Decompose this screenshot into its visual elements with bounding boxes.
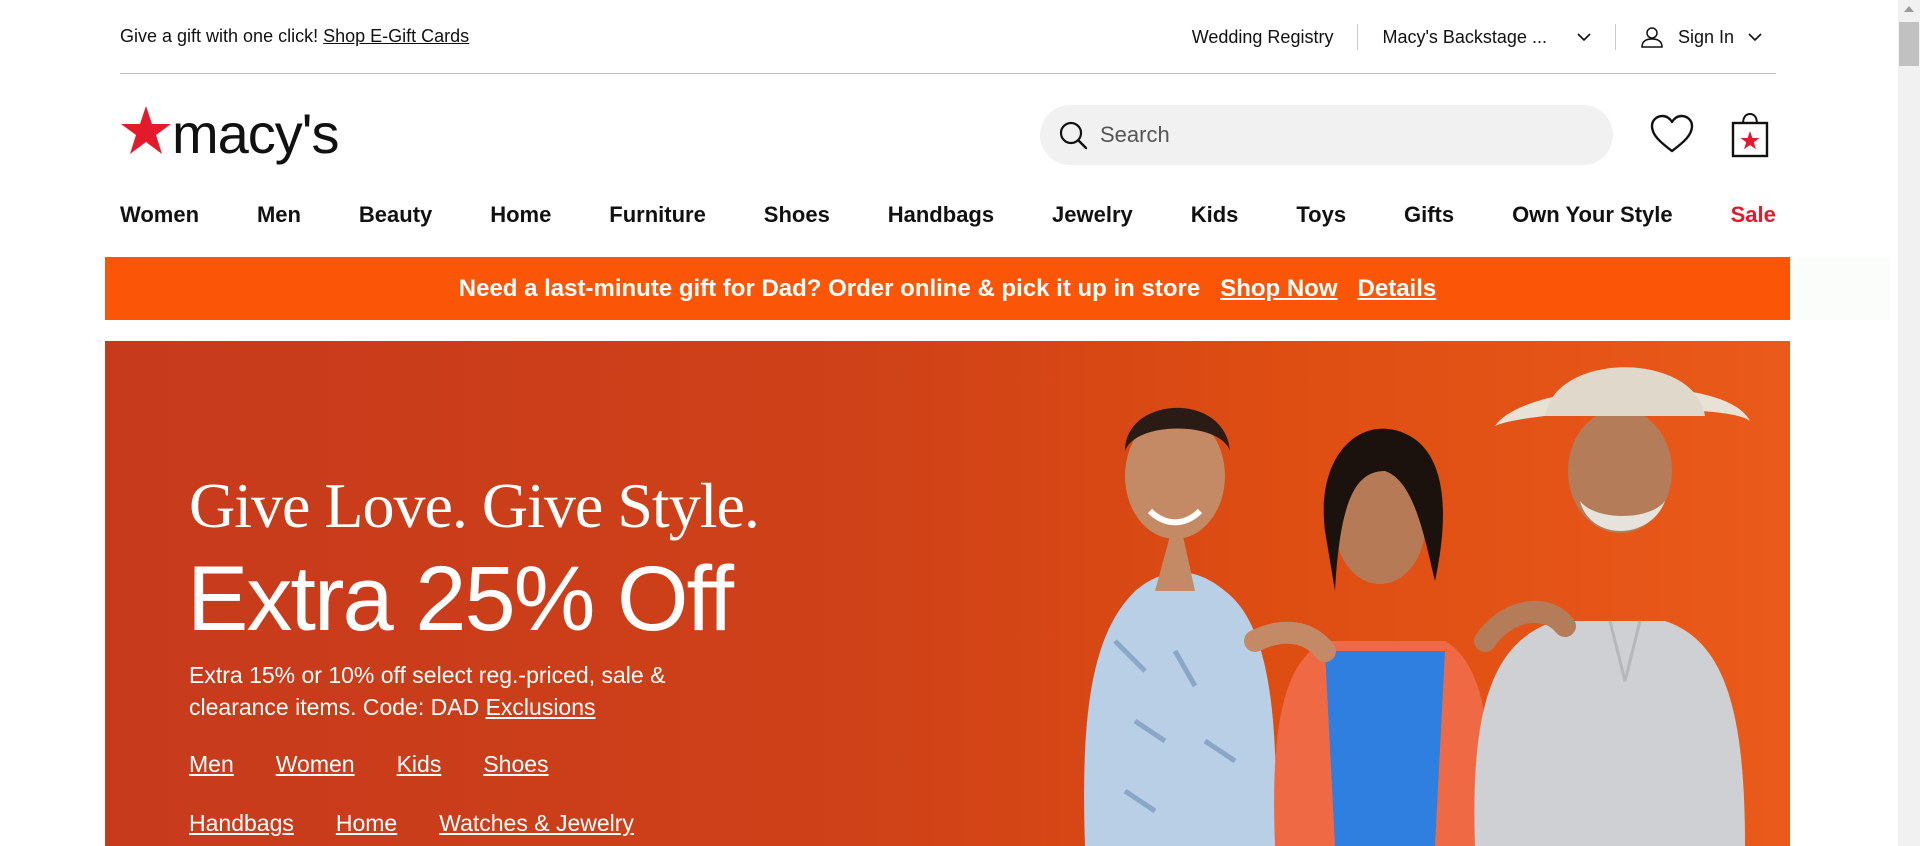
shop-egift-cards-link[interactable]: Shop E-Gift Cards	[323, 26, 469, 46]
nav-shoes[interactable]: Shoes	[764, 202, 830, 228]
nav-sale[interactable]: Sale	[1731, 202, 1776, 228]
hero-models-image	[1084, 367, 1750, 846]
user-icon	[1641, 27, 1663, 48]
nav-own-your-style[interactable]: Own Your Style	[1512, 202, 1673, 228]
nav-jewelry[interactable]: Jewelry	[1052, 202, 1133, 228]
star-logo-icon	[121, 106, 171, 154]
nav-toys[interactable]: Toys	[1296, 202, 1346, 228]
wedding-registry-link[interactable]: Wedding Registry	[1192, 27, 1334, 48]
hero-link-kids[interactable]: Kids	[397, 751, 442, 778]
nav-handbags[interactable]: Handbags	[888, 202, 994, 228]
divider	[1614, 24, 1616, 50]
hero-headline: Extra 25% Off	[187, 548, 734, 650]
search-icon	[1059, 121, 1088, 150]
macys-backstage-dropdown[interactable]: Macy's Backstage ...	[1382, 27, 1591, 48]
utility-links: Wedding Registry Macy's Backstage ... Si…	[1192, 22, 1776, 52]
nav-men[interactable]: Men	[257, 202, 301, 228]
hero-link-handbags[interactable]: Handbags	[189, 810, 294, 837]
hero-subtext: Extra 15% or 10% off select reg.-priced,…	[189, 659, 749, 723]
search-input[interactable]	[1100, 122, 1580, 148]
nav-women[interactable]: Women	[120, 202, 199, 228]
nav-beauty[interactable]: Beauty	[359, 202, 432, 228]
vertical-scrollbar[interactable]	[1898, 0, 1920, 846]
nav-gifts[interactable]: Gifts	[1404, 202, 1454, 228]
logo-text: macy's	[172, 102, 339, 165]
divider	[1357, 24, 1359, 50]
hero-tagline: Give Love. Give Style.	[189, 470, 760, 541]
promo-details-link[interactable]: Details	[1358, 275, 1437, 303]
nav-furniture[interactable]: Furniture	[609, 202, 706, 228]
hero-link-home[interactable]: Home	[336, 810, 397, 837]
scroll-up-arrow-icon[interactable]	[1904, 6, 1914, 12]
promo-shop-now-link[interactable]: Shop Now	[1220, 275, 1337, 303]
nav-kids[interactable]: Kids	[1191, 202, 1239, 228]
hero-link-shoes[interactable]: Shoes	[483, 751, 548, 778]
macys-logo[interactable]: macy's	[120, 102, 339, 165]
nav-home[interactable]: Home	[490, 202, 551, 228]
category-nav: Women Men Beauty Home Furniture Shoes Ha…	[120, 202, 1776, 228]
hero-link-women[interactable]: Women	[276, 751, 355, 778]
promo-message: Need a last-minute gift for Dad? Order o…	[458, 274, 1201, 302]
hero-link-men[interactable]: Men	[189, 751, 234, 778]
chevron-down-icon	[1577, 32, 1591, 41]
search-bar	[1040, 105, 1613, 165]
promo-edge	[1790, 257, 1890, 320]
gift-text: Give a gift with one click!	[120, 26, 319, 46]
exclusions-link[interactable]: Exclusions	[486, 694, 596, 720]
hero-links-row-2: Handbags Home Watches & Jewelry	[189, 810, 634, 837]
promo-banner: Need a last-minute gift for Dad? Order o…	[105, 257, 1790, 320]
gift-message: Give a gift with one click! Shop E-Gift …	[120, 26, 469, 47]
hero-banner[interactable]: Give Love. Give Style. Extra 25% Off Ext…	[105, 341, 1790, 846]
utility-bar: Give a gift with one click! Shop E-Gift …	[120, 0, 1776, 74]
shopping-bag-icon[interactable]	[1730, 112, 1770, 163]
sign-in-label: Sign In	[1677, 26, 1734, 47]
chevron-down-icon	[1748, 32, 1762, 41]
backstage-label: Macy's Backstage ...	[1382, 26, 1547, 47]
hero-links-row-1: Men Women Kids Shoes	[189, 751, 549, 778]
scrollbar-thumb[interactable]	[1899, 22, 1919, 66]
wishlist-heart-icon[interactable]	[1650, 114, 1694, 159]
sign-in-dropdown[interactable]: Sign In	[1640, 26, 1776, 48]
hero-link-watches-jewelry[interactable]: Watches & Jewelry	[439, 810, 634, 837]
